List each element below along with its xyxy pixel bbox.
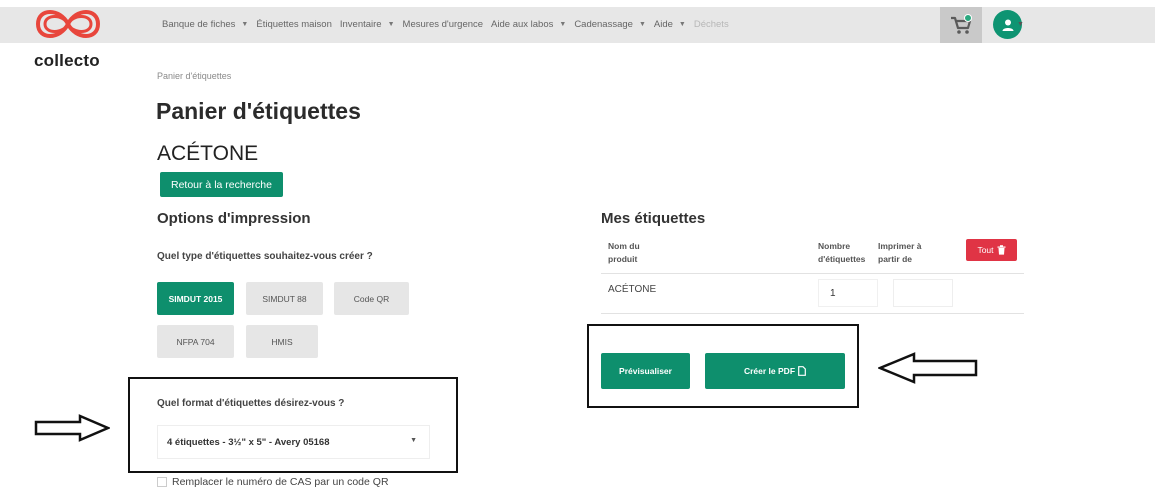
user-icon — [1002, 19, 1013, 31]
caret-down-icon: ▼ — [241, 21, 249, 28]
nav-item-aide[interactable]: Aide ▼ — [654, 19, 686, 30]
nav-item-etiquettes-maison[interactable]: Étiquettes maison — [256, 19, 332, 30]
table-divider — [601, 273, 1024, 274]
type-simdut-2015-button[interactable]: SIMDUT 2015 — [157, 282, 234, 315]
page-title: Panier d'étiquettes — [156, 98, 361, 124]
column-header-print-start: Imprimer à partir de — [878, 241, 922, 264]
print-start-input[interactable] — [893, 279, 953, 307]
table-divider — [601, 313, 1024, 314]
cart-badge — [964, 14, 972, 22]
print-options-heading: Options d'impression — [157, 210, 311, 227]
table-cell-product-name: ACÉTONE — [608, 284, 657, 295]
nav-item-mesures-urgence[interactable]: Mesures d'urgence — [403, 19, 484, 30]
annotation-arrow-left-icon — [878, 352, 978, 384]
type-simdut-88-button[interactable]: SIMDUT 88 — [246, 282, 323, 315]
checkbox-box[interactable] — [157, 477, 167, 487]
brand-name[interactable]: collecto — [34, 51, 100, 71]
collecto-logo[interactable] — [28, 4, 108, 44]
type-nfpa-704-button[interactable]: NFPA 704 — [157, 325, 234, 358]
nav-item-banque-de-fiches[interactable]: Banque de fiches ▼ — [162, 19, 248, 30]
back-to-search-button[interactable]: Retour à la recherche — [160, 172, 283, 197]
caret-down-icon: ▼ — [678, 21, 686, 28]
caret-down-icon: ▼ — [1017, 21, 1024, 28]
clear-all-label: Tout — [977, 245, 994, 255]
breadcrumb[interactable]: Panier d'étiquettes — [157, 71, 231, 81]
nav-item-cadenassage[interactable]: Cadenassage ▼ — [574, 19, 646, 30]
main-nav: Banque de fiches ▼ Étiquettes maison Inve… — [162, 19, 737, 30]
column-header-label-count: Nombre d'étiquettes — [818, 241, 866, 264]
my-labels-heading: Mes étiquettes — [601, 210, 706, 227]
type-hmis-button[interactable]: HMIS — [246, 325, 318, 358]
caret-down-icon: ▼ — [559, 21, 567, 28]
replace-cas-qr-checkbox[interactable]: Remplacer le numéro de CAS par un code Q… — [157, 476, 389, 488]
clear-all-button[interactable]: Tout — [966, 239, 1017, 261]
label-count-input[interactable]: 1 — [818, 279, 878, 307]
type-code-qr-button[interactable]: Code QR — [334, 282, 409, 315]
product-title: ACÉTONE — [157, 142, 259, 165]
annotation-box-format — [128, 377, 458, 473]
nav-item-dechets[interactable]: Déchets — [694, 19, 729, 30]
annotation-arrow-right-icon — [34, 414, 110, 442]
replace-cas-qr-label: Remplacer le numéro de CAS par un code Q… — [172, 476, 389, 488]
label-type-question: Quel type d'étiquettes souhaitez-vous cr… — [157, 251, 373, 262]
column-header-product-name: Nom du produit — [608, 241, 640, 264]
annotation-box-actions — [587, 324, 859, 408]
trash-icon — [997, 245, 1006, 255]
nav-item-aide-aux-labos[interactable]: Aide aux labos ▼ — [491, 19, 566, 30]
caret-down-icon: ▼ — [638, 21, 646, 28]
nav-item-inventaire[interactable]: Inventaire ▼ — [340, 19, 395, 30]
caret-down-icon: ▼ — [387, 21, 395, 28]
cart-button[interactable] — [940, 7, 982, 43]
